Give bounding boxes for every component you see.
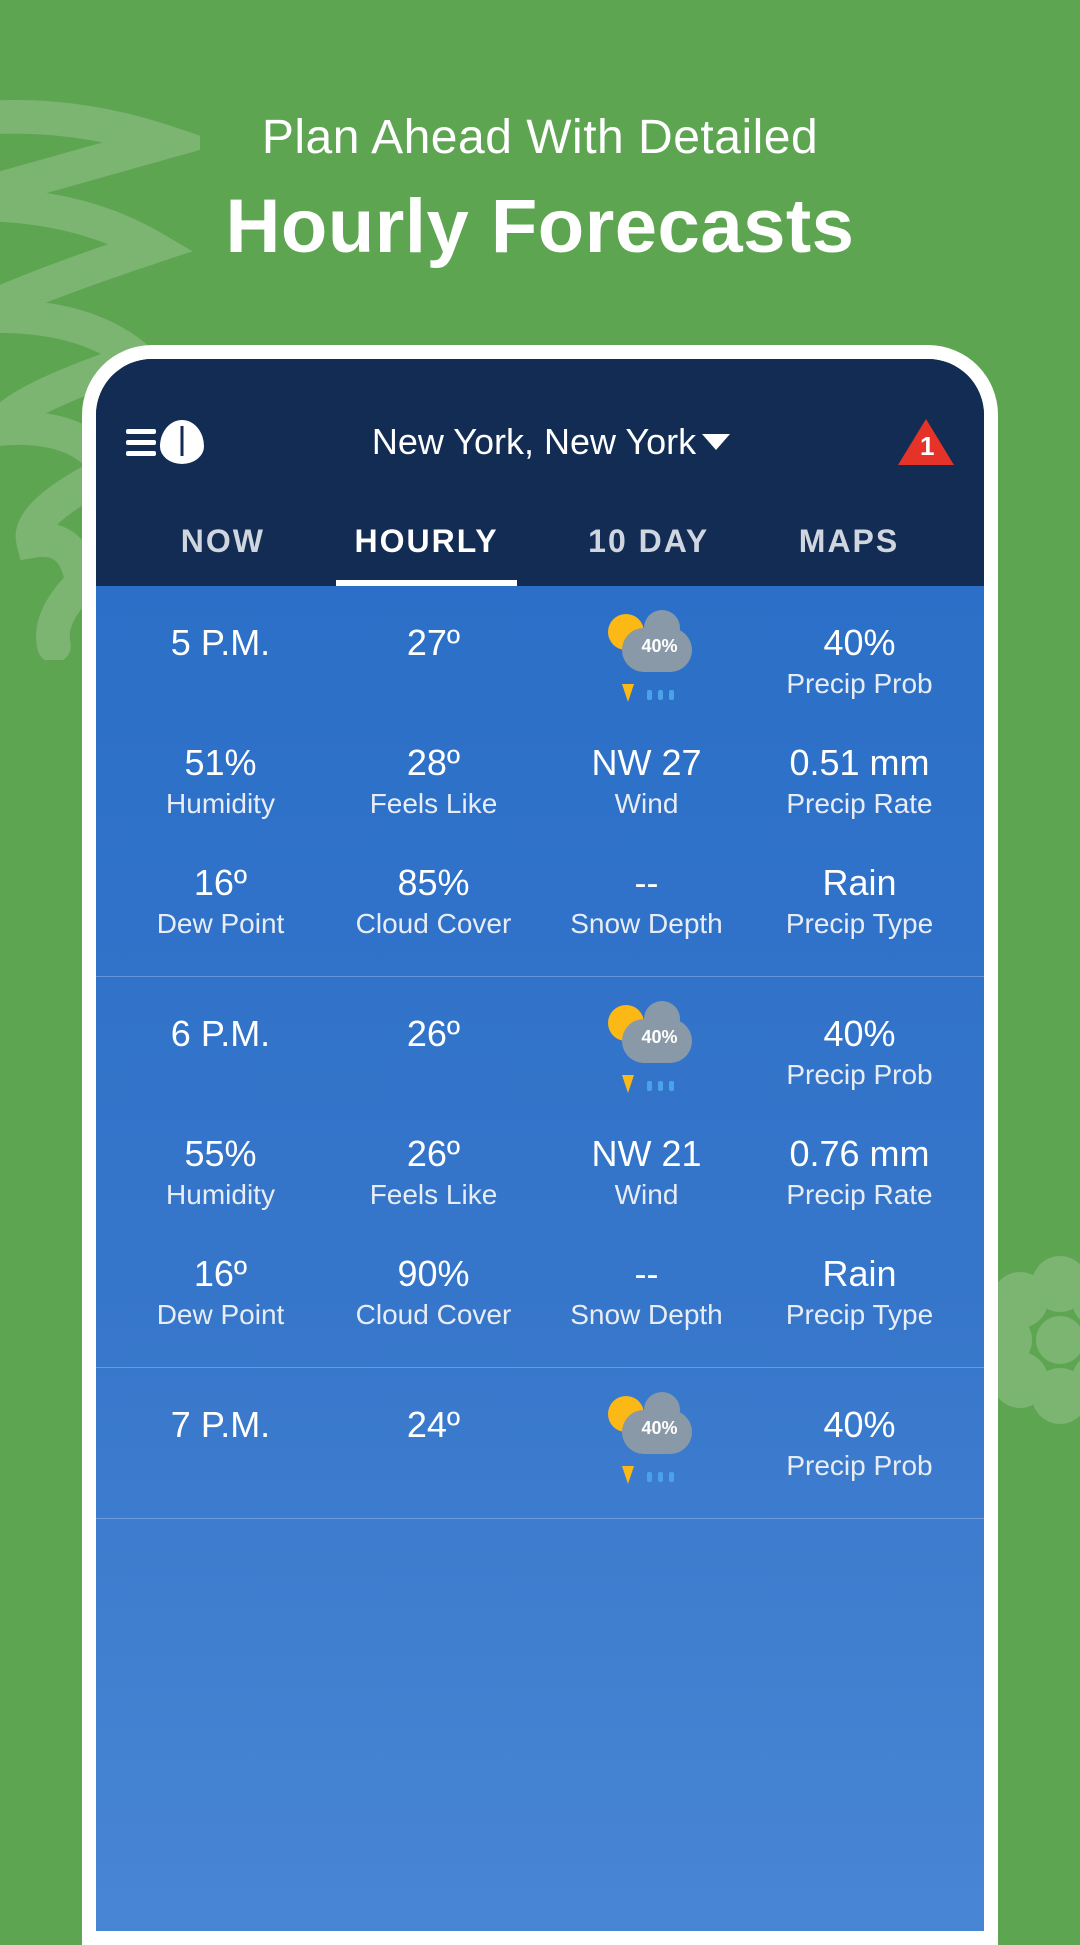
weatherbug-logo-icon[interactable] xyxy=(160,420,204,464)
promo-header: Plan Ahead With Detailed Hourly Forecast… xyxy=(0,0,1080,270)
precip-rate-label: Precip Rate xyxy=(753,788,966,820)
snow-depth-value: -- xyxy=(540,1253,753,1295)
hour-temp: 27º xyxy=(327,622,540,664)
hour-time: 7 P.M. xyxy=(114,1404,327,1446)
precip-rate-value: 0.51 mm xyxy=(753,742,966,784)
precip-type-label: Precip Type xyxy=(753,908,966,940)
hour-temp: 26º xyxy=(327,1013,540,1055)
menu-logo-group xyxy=(126,420,204,464)
wind-value: NW 21 xyxy=(540,1133,753,1175)
tab-now[interactable]: NOW xyxy=(181,505,265,586)
tab-hourly[interactable]: HOURLY xyxy=(354,505,498,586)
cloud-cover-label: Cloud Cover xyxy=(327,908,540,940)
promo-title: Hourly Forecasts xyxy=(0,183,1080,270)
precip-prob-value: 40% xyxy=(753,1013,966,1055)
app-screen: New York, New York 1 NOW HOURLY 10 DAY M… xyxy=(96,359,984,1931)
precip-prob-label: Precip Prob xyxy=(753,668,966,700)
precip-rate-label: Precip Rate xyxy=(753,1179,966,1211)
tab-bar: NOW HOURLY 10 DAY MAPS xyxy=(126,505,954,586)
humidity-label: Humidity xyxy=(114,1179,327,1211)
promo-subtitle: Plan Ahead With Detailed xyxy=(0,110,1080,165)
tab-maps[interactable]: MAPS xyxy=(799,505,899,586)
precip-prob-value: 40% xyxy=(753,1404,966,1446)
precip-type-label: Precip Type xyxy=(753,1299,966,1331)
cloud-cover-value: 85% xyxy=(327,862,540,904)
phone-frame: New York, New York 1 NOW HOURLY 10 DAY M… xyxy=(82,345,998,1945)
dew-point-label: Dew Point xyxy=(114,908,327,940)
dew-point-value: 16º xyxy=(114,862,327,904)
precip-rate-value: 0.76 mm xyxy=(753,1133,966,1175)
dew-point-value: 16º xyxy=(114,1253,327,1295)
thunderstorm-icon: 40% xyxy=(602,622,692,690)
feels-like-value: 26º xyxy=(327,1133,540,1175)
precip-prob-value: 40% xyxy=(753,622,966,664)
feels-like-label: Feels Like xyxy=(327,788,540,820)
precip-type-value: Rain xyxy=(753,1253,966,1295)
location-selector[interactable]: New York, New York xyxy=(372,421,730,463)
hourly-content[interactable]: 5 P.M. 27º 40% 40% Precip Prob 51% Humidit… xyxy=(96,586,984,1931)
chevron-down-icon xyxy=(702,434,730,450)
app-header: New York, New York 1 NOW HOURLY 10 DAY M… xyxy=(96,359,984,586)
snow-depth-value: -- xyxy=(540,862,753,904)
location-name: New York, New York xyxy=(372,421,696,463)
wind-label: Wind xyxy=(540,1179,753,1211)
alert-count: 1 xyxy=(920,431,934,462)
hour-time: 6 P.M. xyxy=(114,1013,327,1055)
hour-time: 5 P.M. xyxy=(114,622,327,664)
snow-depth-label: Snow Depth xyxy=(540,908,753,940)
menu-icon[interactable] xyxy=(126,429,156,456)
humidity-value: 55% xyxy=(114,1133,327,1175)
wind-label: Wind xyxy=(540,788,753,820)
thunderstorm-icon: 40% xyxy=(602,1404,692,1472)
tab-10day[interactable]: 10 DAY xyxy=(588,505,709,586)
wind-value: NW 27 xyxy=(540,742,753,784)
precip-prob-label: Precip Prob xyxy=(753,1059,966,1091)
alert-badge[interactable]: 1 xyxy=(898,419,954,465)
hour-row[interactable]: 7 P.M. 24º 40% 40% Precip Prob xyxy=(96,1368,984,1519)
dew-point-label: Dew Point xyxy=(114,1299,327,1331)
precip-type-value: Rain xyxy=(753,862,966,904)
feels-like-value: 28º xyxy=(327,742,540,784)
snow-depth-label: Snow Depth xyxy=(540,1299,753,1331)
cloud-cover-value: 90% xyxy=(327,1253,540,1295)
hour-temp: 24º xyxy=(327,1404,540,1446)
thunderstorm-icon: 40% xyxy=(602,1013,692,1081)
cloud-cover-label: Cloud Cover xyxy=(327,1299,540,1331)
humidity-label: Humidity xyxy=(114,788,327,820)
hour-row[interactable]: 6 P.M. 26º 40% 40% Precip Prob 55% Humidit… xyxy=(96,977,984,1368)
precip-prob-label: Precip Prob xyxy=(753,1450,966,1482)
humidity-value: 51% xyxy=(114,742,327,784)
hour-row[interactable]: 5 P.M. 27º 40% 40% Precip Prob 51% Humidit… xyxy=(96,586,984,977)
feels-like-label: Feels Like xyxy=(327,1179,540,1211)
